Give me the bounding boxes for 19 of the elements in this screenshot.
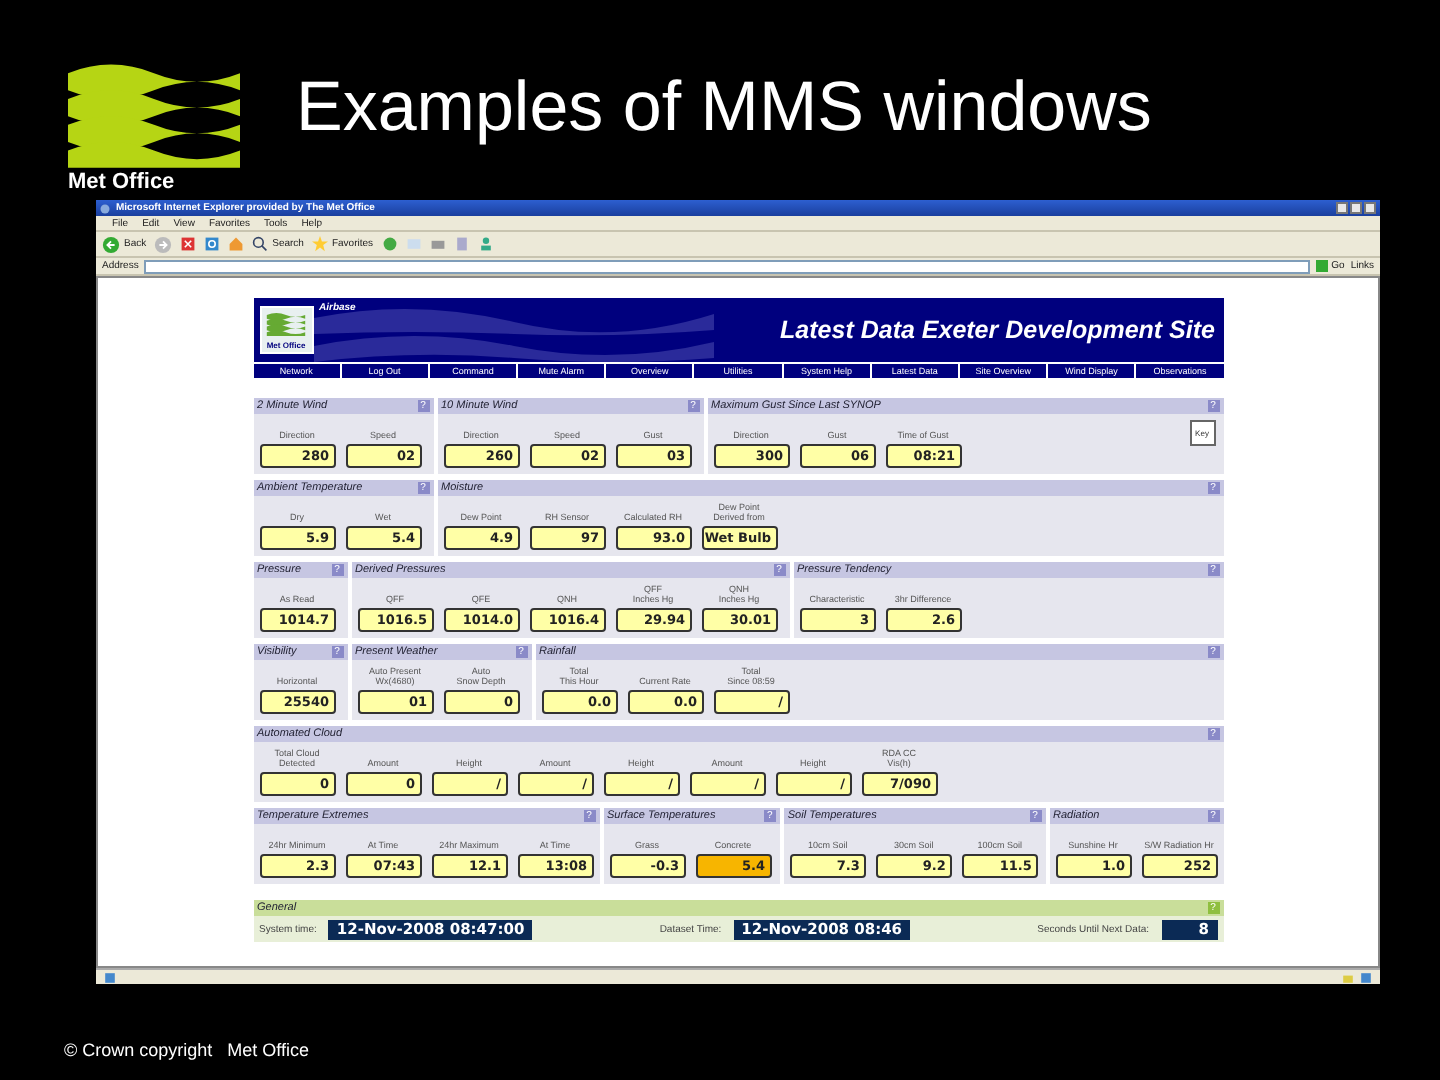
back-arrow-icon (102, 235, 120, 253)
logo-text: Met Office (68, 170, 175, 194)
home-icon (228, 236, 245, 252)
met-logo-icon (266, 312, 306, 336)
close-button[interactable] (1364, 202, 1376, 214)
slide-title: Examples of MMS windows (296, 68, 1152, 148)
logo-waves-icon (68, 60, 240, 168)
minimize-button[interactable] (1336, 202, 1348, 214)
page-heading: Latest Data Exeter Development Site (780, 316, 1217, 344)
search-icon (252, 236, 269, 252)
refresh-icon (204, 236, 221, 252)
copyright-text: © Crown copyright Met Office (64, 1040, 310, 1060)
people-icon (477, 236, 494, 252)
address-field[interactable] (144, 259, 1310, 273)
star-icon (311, 236, 328, 252)
browser-icon (100, 203, 110, 213)
maximize-button[interactable] (1350, 202, 1362, 214)
forward-arrow-icon (154, 235, 173, 253)
stop-icon (180, 236, 197, 252)
